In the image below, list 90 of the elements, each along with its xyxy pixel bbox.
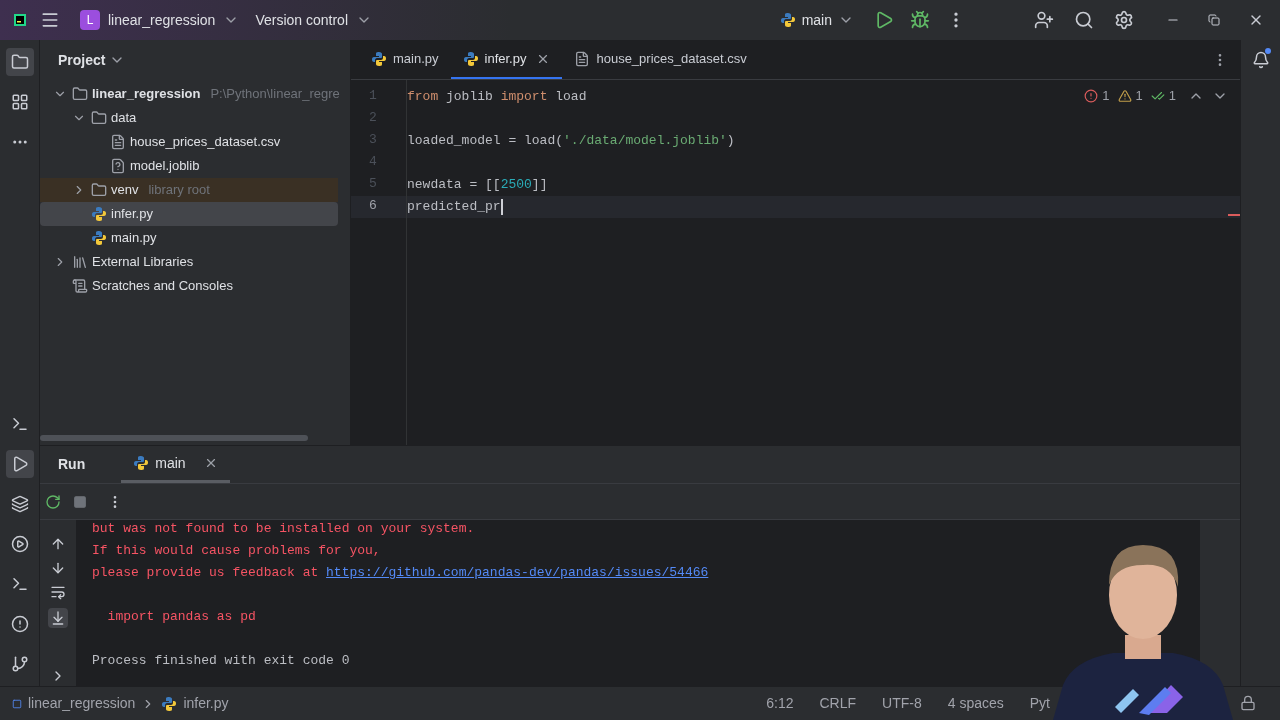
- python-icon: [371, 50, 387, 67]
- tree-item[interactable]: data: [40, 106, 338, 130]
- run-config-selector[interactable]: main: [779, 9, 854, 31]
- python-icon: [91, 206, 107, 222]
- scrollbar[interactable]: [40, 435, 308, 441]
- console-line: please provide us feedback at https://github.com/pandas-dev/pandas/issues/54466: [92, 564, 709, 583]
- line-number: 6: [351, 196, 406, 218]
- text-cursor: [500, 199, 503, 215]
- rerun-icon[interactable]: [45, 493, 61, 510]
- restore-icon[interactable]: [1208, 14, 1220, 26]
- python-icon: [779, 12, 796, 28]
- python-icon: [161, 695, 178, 712]
- panel-title: Project: [58, 50, 106, 70]
- issue-link[interactable]: https://github.com/pandas-dev/pandas/issues/54466: [326, 565, 709, 581]
- status-item[interactable]: CRLF: [819, 693, 857, 714]
- settings-icon[interactable]: [1114, 10, 1134, 30]
- status-item[interactable]: Pyt: [1029, 693, 1050, 714]
- console-line: Process finished with exit code 0: [92, 652, 350, 671]
- vcs-menu[interactable]: Version control: [255, 9, 372, 31]
- status-item[interactable]: 6:12: [766, 693, 794, 714]
- code-line: from joblib import load: [407, 88, 587, 107]
- menu-icon[interactable]: [40, 10, 60, 30]
- python-icon: [462, 50, 479, 67]
- console-line: but was not found to be installed on your system.: [92, 520, 475, 539]
- item-label: data: [111, 109, 137, 128]
- panel-title: Run: [58, 455, 86, 474]
- search-icon[interactable]: [1074, 10, 1094, 30]
- tree-item[interactable]: house_prices_dataset.csv: [40, 130, 338, 154]
- text-file-icon: [574, 50, 591, 67]
- tree-item[interactable]: venv library root: [40, 178, 338, 202]
- error-stripe-mark: [1228, 214, 1240, 216]
- item-label: infer.py: [111, 205, 153, 224]
- code-line: predicted_pr: [407, 198, 501, 217]
- python-icon: [133, 455, 150, 471]
- python-icon: [91, 230, 107, 246]
- project-tool-icon[interactable]: [5, 48, 34, 76]
- library-icon: [72, 254, 88, 270]
- run-tool-icon[interactable]: [5, 450, 34, 478]
- item-label: model.joblib: [130, 157, 200, 176]
- breadcrumb[interactable]: linear_regression: [28, 693, 136, 714]
- folder-icon: [91, 182, 107, 198]
- unknown-file-icon: [110, 158, 126, 174]
- text-file-icon: [110, 134, 126, 150]
- tree-item[interactable]: model.joblib: [40, 154, 338, 178]
- run-icon[interactable]: [874, 10, 894, 30]
- folder-icon: [72, 86, 88, 102]
- scratches-icon: [72, 278, 88, 294]
- up-icon[interactable]: [50, 536, 66, 552]
- debug-icon[interactable]: [910, 10, 930, 30]
- tree-item[interactable]: Scratches and Consoles: [40, 274, 338, 298]
- stop-icon[interactable]: [73, 494, 87, 509]
- typo-count[interactable]: 1: [1150, 86, 1176, 106]
- folder-icon: [91, 110, 107, 126]
- editor-tab[interactable]: main.py: [359, 40, 451, 79]
- project-initial: L: [80, 10, 100, 30]
- status-item[interactable]: 4 spaces: [947, 693, 1004, 714]
- module-icon: [12, 698, 22, 709]
- add-user-icon[interactable]: [1034, 10, 1054, 30]
- app-logo-icon: [14, 14, 26, 26]
- item-label: house_prices_dataset.csv: [130, 133, 281, 152]
- status-item[interactable]: UTF-8: [882, 693, 922, 714]
- item-hint: library root: [148, 181, 210, 200]
- warning-icon: [1117, 88, 1132, 103]
- tree-item[interactable]: infer.py: [40, 202, 338, 226]
- code-line: newdata = [[2500]]: [407, 176, 548, 195]
- bell-icon: [1251, 51, 1270, 69]
- item-label: External Libraries: [92, 253, 194, 272]
- tree-item[interactable]: main.py: [40, 226, 338, 250]
- console-line: If this would cause problems for you,: [92, 542, 381, 561]
- item-label: venv: [111, 181, 139, 200]
- item-label: linear_regression: [92, 85, 201, 104]
- editor-tab[interactable]: house_prices_dataset.csv: [562, 40, 759, 79]
- scroll-to-end-icon[interactable]: [48, 608, 68, 628]
- warning-count[interactable]: 1: [1117, 86, 1143, 106]
- code-line: loaded_model = load('./data/model.joblib'): [407, 132, 735, 151]
- down-icon[interactable]: [50, 560, 66, 576]
- item-label: main.py: [111, 229, 157, 248]
- error-count[interactable]: 1: [1084, 86, 1110, 106]
- tree-item[interactable]: linear_regression P:\Python\linear_regre: [40, 82, 338, 106]
- project-switcher[interactable]: L linear_regression: [80, 9, 240, 31]
- breadcrumb[interactable]: infer.py: [183, 693, 229, 714]
- editor-tab[interactable]: infer.py: [450, 40, 563, 79]
- soft-wrap-icon[interactable]: [50, 584, 66, 600]
- item-hint: P:\Python\linear_regre: [210, 85, 340, 104]
- console-line: import pandas as pd: [106, 608, 256, 627]
- error-icon: [1084, 88, 1099, 103]
- tree-item[interactable]: External Libraries: [40, 250, 338, 274]
- item-label: Scratches and Consoles: [92, 277, 233, 296]
- lock-icon[interactable]: [1240, 695, 1256, 711]
- run-tab[interactable]: main: [121, 446, 230, 483]
